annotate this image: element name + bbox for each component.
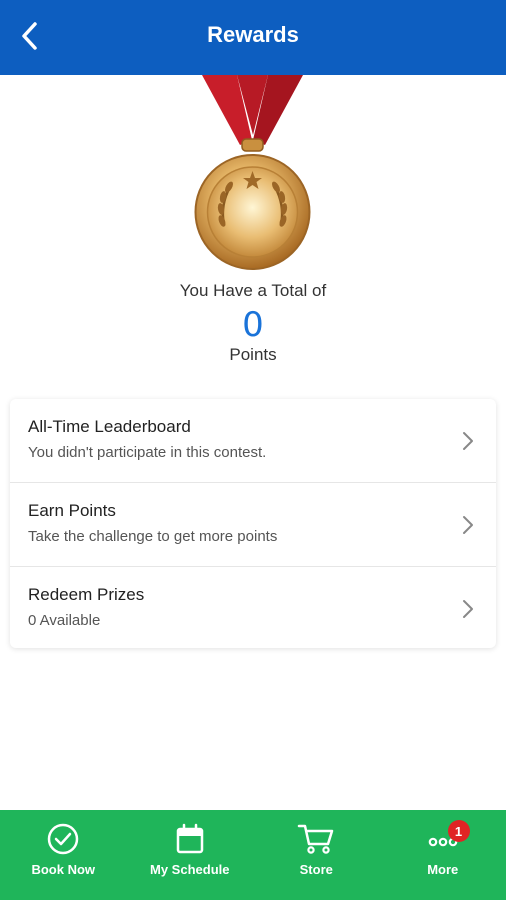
row-subtitle: 0 Available (28, 612, 101, 629)
page-title: Rewards (207, 22, 299, 47)
tab-label: Store (299, 862, 333, 877)
total-label: You Have a Total of (179, 281, 327, 300)
redeem-prizes-row[interactable]: Redeem Prizes 0 Available (10, 567, 496, 650)
row-subtitle: You didn't participate in this contest. (28, 444, 267, 461)
earn-points-row[interactable]: Earn Points Take the challenge to get mo… (10, 483, 496, 567)
tab-more[interactable]: 1 More (380, 810, 506, 900)
tab-label: Book Now (31, 862, 96, 877)
cart-icon (298, 824, 334, 854)
row-subtitle: Take the challenge to get more points (28, 528, 278, 545)
chevron-right-icon (463, 516, 473, 534)
row-title: Earn Points (28, 501, 116, 520)
row-title: Redeem Prizes (28, 585, 145, 604)
tab-label: My Schedule (150, 862, 230, 877)
calendar-icon (176, 823, 203, 854)
bottom-tab-bar: Book Now My Schedule Store 1 More (0, 810, 506, 900)
row-title: All-Time Leaderboard (28, 417, 191, 436)
points-value: 0 (242, 305, 264, 345)
tab-my-schedule[interactable]: My Schedule (127, 810, 254, 900)
tab-book-now[interactable]: Book Now (0, 810, 127, 900)
chevron-right-icon (463, 600, 473, 618)
tab-label: More (427, 862, 459, 877)
tab-store[interactable]: Store (253, 810, 380, 900)
rewards-menu-card: All-Time Leaderboard You didn't particip… (10, 399, 496, 648)
app-header: Rewards (0, 0, 506, 75)
medal-icon (194, 75, 311, 270)
leaderboard-row[interactable]: All-Time Leaderboard You didn't particip… (10, 399, 496, 483)
notification-badge: 1 (447, 820, 470, 842)
chevron-right-icon (463, 432, 473, 450)
check-circle-icon (48, 823, 79, 855)
points-label: Points (229, 345, 277, 364)
